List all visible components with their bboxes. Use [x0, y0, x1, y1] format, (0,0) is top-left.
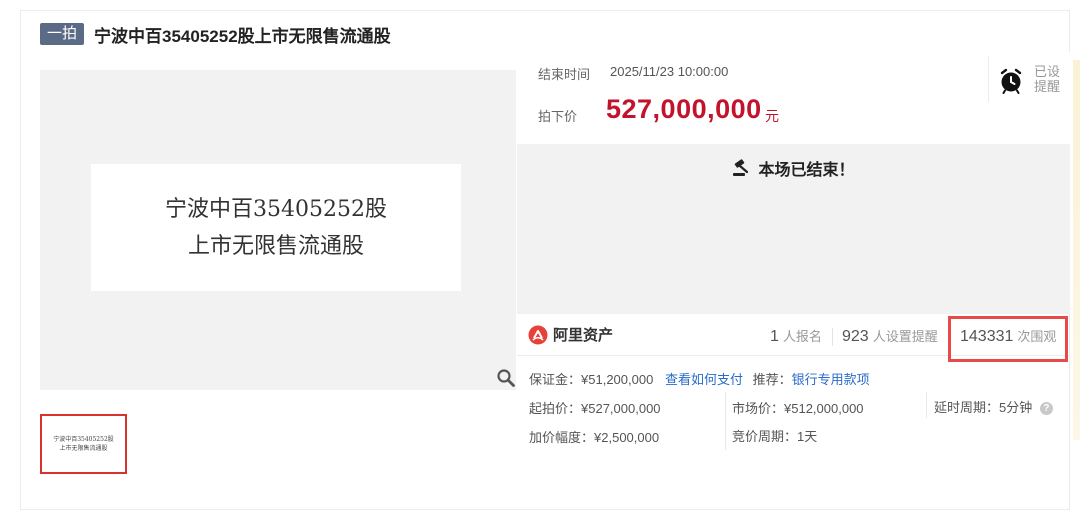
image-line-1: 宁波中百35405252股	[165, 196, 387, 222]
stats-row: 阿里资产 1 人报名 923 人设置提醒 143331 次围观	[517, 314, 1070, 362]
details-divider	[725, 392, 726, 450]
how-to-pay-link[interactable]: 查看如何支付	[665, 372, 743, 387]
auction-info: 结束时间 2025/11/23 10:00:00 拍下价 527,000,000…	[517, 52, 1070, 144]
price-value: 527,000,000	[606, 94, 762, 124]
market-price-row: 市场价：¥512,000,000	[732, 398, 864, 417]
start-price-value: ¥527,000,000	[581, 401, 661, 416]
ended-text: 本场已结束！	[758, 162, 855, 179]
delay-value: 5分钟	[999, 400, 1033, 415]
reminder-button[interactable]: 已设提醒	[988, 56, 1068, 102]
deposit-row: 保证金：¥51,200,000 查看如何支付 推荐：银行专用款项	[529, 369, 870, 388]
reminder-label: 已设提醒	[1034, 64, 1061, 94]
increment-value: ¥2,500,000	[594, 430, 660, 445]
signups-count: 1	[770, 328, 779, 345]
deposit-label: 保证金：	[529, 372, 582, 387]
deposit-value: ¥51,200,000	[581, 372, 654, 387]
thumb-line-2: 上市无限售流通股	[59, 445, 108, 452]
details-divider	[926, 392, 927, 418]
bid-cycle-value: 1天	[797, 429, 818, 444]
round-badge: 一拍	[40, 23, 85, 45]
auction-ended-area: 本场已结束！	[517, 144, 1070, 314]
bank-account-link[interactable]: 银行专用款项	[792, 372, 870, 387]
increment-row: 加价幅度：¥2,500,000	[529, 427, 659, 446]
delay-row: 延时周期：5分钟 ?	[934, 397, 1053, 416]
end-time-label: 结束时间	[538, 67, 591, 82]
brand-name: 阿里资产	[553, 327, 614, 344]
delay-label: 延时周期：	[934, 400, 1000, 415]
image-line-2: 上市无限售流通股	[187, 233, 364, 259]
magnifier-icon[interactable]	[496, 368, 516, 388]
price-label: 拍下价	[538, 109, 578, 124]
auction-details: 保证金：¥51,200,000 查看如何支付 推荐：银行专用款项 起拍价：¥52…	[529, 356, 1069, 506]
title-row: 一拍 宁波中百35405252股上市无限售流通股	[40, 22, 391, 46]
page-title: 宁波中百35405252股上市无限售流通股	[94, 26, 391, 46]
brand[interactable]: 阿里资产	[528, 324, 613, 345]
start-price-row: 起拍价：¥527,000,000	[529, 398, 661, 417]
reminders-stat: 923 人设置提醒	[842, 326, 938, 346]
signups-label: 人报名	[782, 329, 822, 344]
end-time-value: 2025/11/23 10:00:00	[610, 64, 729, 79]
thumb-line-1: 宁波中百35405252股	[53, 436, 114, 443]
market-price-value: ¥512,000,000	[784, 401, 864, 416]
bid-cycle-row: 竞价周期：1天	[732, 426, 817, 445]
signups-stat: 1 人报名	[770, 326, 822, 346]
bid-cycle-label: 竞价周期：	[732, 429, 798, 444]
question-circle-icon[interactable]: ?	[1039, 402, 1053, 416]
reminders-count: 923	[842, 328, 869, 345]
price-unit: 元	[765, 108, 779, 124]
image-card: 宁波中百35405252股 上市无限售流通股	[91, 164, 461, 291]
reminders-label: 人设置提醒	[872, 329, 938, 344]
alarm-clock-icon	[1000, 68, 1022, 94]
ended-message: 本场已结束！	[517, 156, 1070, 180]
stat-divider	[832, 328, 833, 346]
increment-label: 加价幅度：	[529, 430, 595, 445]
market-price-label: 市场价：	[732, 401, 785, 416]
thumbnail-1[interactable]: 宁波中百35405252股 上市无限售流通股	[40, 414, 127, 474]
ali-assets-logo-icon	[528, 325, 548, 344]
gavel-icon	[733, 159, 749, 176]
page-edge-strip	[1073, 60, 1080, 440]
main-image[interactable]: 宁波中百35405252股 上市无限售流通股	[40, 70, 516, 390]
start-price-label: 起拍价：	[529, 401, 582, 416]
recommend-label: 推荐：	[752, 372, 792, 387]
